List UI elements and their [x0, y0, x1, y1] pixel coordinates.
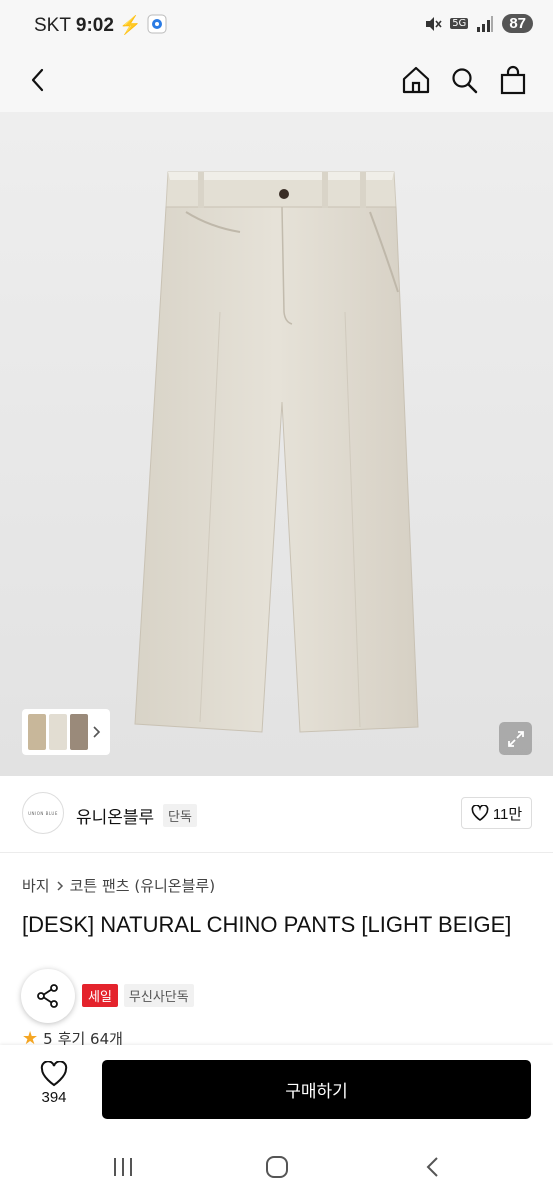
brand-like-count: 11만: [492, 805, 523, 823]
thumbnail-light-beige[interactable]: [49, 714, 67, 750]
chevron-right-icon: [57, 880, 63, 891]
breadcrumb-category[interactable]: 바지: [22, 875, 50, 896]
app-notification-icon: [147, 14, 167, 34]
carrier-label: SKT: [34, 15, 71, 36]
product-image[interactable]: [0, 112, 553, 776]
search-icon: [452, 68, 478, 94]
brand-logo[interactable]: UNION BLUE: [22, 792, 64, 834]
color-thumbnail-strip[interactable]: [22, 709, 110, 755]
brand-name-link[interactable]: 유니온블루: [76, 803, 154, 828]
sale-badge: 세일: [82, 984, 118, 1007]
heart-icon: [471, 805, 489, 821]
status-carrier-time: SKT 9:02 ⚡: [34, 14, 167, 37]
search-button[interactable]: [444, 60, 484, 100]
favorite-button[interactable]: 394: [22, 1061, 86, 1117]
flash-icon: ⚡: [119, 15, 142, 35]
chino-pants-image: [134, 171, 419, 733]
shopping-bag-icon: [500, 65, 526, 95]
cart-button[interactable]: [493, 60, 533, 100]
signal-icon: [477, 15, 494, 32]
mute-icon: [426, 16, 442, 31]
system-nav-bar: [0, 1130, 553, 1200]
thumbnail-brown[interactable]: [70, 714, 88, 750]
home-button[interactable]: [396, 60, 436, 100]
share-icon: [37, 984, 58, 1008]
thumbnail-beige[interactable]: [28, 714, 46, 750]
network-icon: 5G: [450, 18, 469, 29]
back-icon: [426, 1157, 438, 1177]
brand-row: UNION BLUE 유니온블루 단독 11만: [0, 776, 553, 853]
product-title: [DESK] NATURAL CHINO PANTS [LIGHT BEIGE]: [22, 912, 512, 937]
breadcrumb: 바지 코튼 팬츠 (유니온블루): [22, 875, 215, 896]
recent-apps-icon: [114, 1158, 132, 1176]
recent-apps-button[interactable]: [108, 1152, 138, 1182]
app-header: [0, 52, 553, 167]
expand-image-button[interactable]: [499, 722, 532, 755]
chevron-right-icon: [93, 726, 101, 738]
breadcrumb-subcategory[interactable]: 코튼 팬츠 (유니온블루): [70, 875, 215, 896]
expand-icon: [507, 730, 524, 747]
brand-like-button[interactable]: 11만: [461, 797, 532, 829]
battery-indicator: 87: [502, 14, 533, 33]
clock: 9:02: [75, 15, 114, 36]
exclusive-badge: 단독: [163, 804, 197, 827]
status-bar: SKT 9:02 ⚡ 5G 87: [0, 0, 553, 52]
share-button[interactable]: [21, 969, 75, 1023]
favorite-count: 394: [41, 1089, 67, 1106]
home-nav-button[interactable]: [262, 1152, 292, 1182]
brand-logo-text: UNION BLUE: [28, 810, 58, 816]
chevron-left-icon: [31, 68, 44, 92]
home-circle-icon: [266, 1156, 288, 1178]
back-nav-button[interactable]: [418, 1152, 448, 1182]
heart-icon: [40, 1061, 68, 1087]
back-button[interactable]: [18, 60, 58, 100]
buy-button[interactable]: 구매하기: [102, 1060, 531, 1119]
status-icons: 5G 87: [424, 14, 533, 33]
musinsa-exclusive-badge: 무신사단독: [123, 984, 194, 1007]
purchase-bar: 394 구매하기: [0, 1045, 553, 1130]
home-icon: [402, 66, 430, 94]
